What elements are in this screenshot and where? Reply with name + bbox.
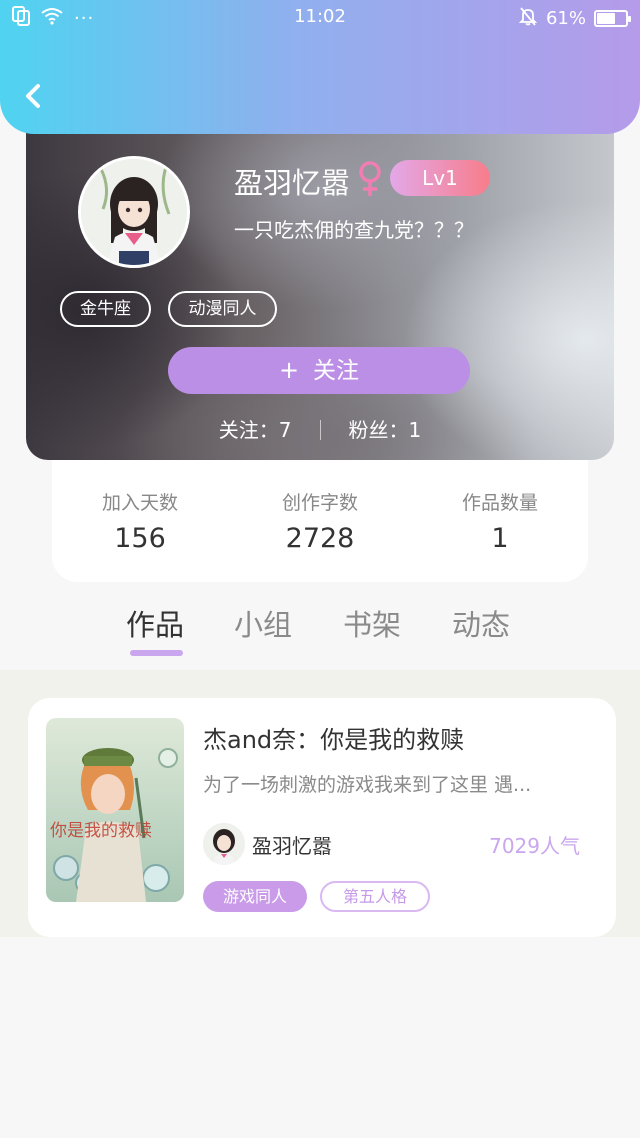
- following-count[interactable]: 关注：7: [219, 418, 292, 442]
- author-avatar[interactable]: [203, 823, 245, 865]
- tab-indicator: [130, 650, 183, 656]
- stat-value: 1: [491, 523, 509, 554]
- stat-word-count: 创作字数 2728: [230, 488, 410, 554]
- work-tag-topic[interactable]: 第五人格: [320, 881, 430, 912]
- stat-label: 创作字数: [281, 492, 358, 514]
- battery-icon: [594, 10, 631, 27]
- work-title[interactable]: 杰and奈：你是我的救赎: [203, 720, 464, 755]
- battery-level: [597, 13, 616, 24]
- tab-bar: 作品 小组 书架 动态: [0, 596, 640, 670]
- stat-label: 加入天数: [101, 492, 178, 514]
- bell-off-icon: [518, 6, 538, 31]
- app-header: ··· 11:02 61%: [0, 0, 640, 134]
- tab-activity[interactable]: 动态: [452, 602, 510, 644]
- stats-card: 加入天数 156 创作字数 2728 作品数量 1: [52, 460, 588, 582]
- tag-constellation: 金牛座: [60, 291, 151, 327]
- female-icon: [359, 161, 381, 196]
- work-tag-category[interactable]: 游戏同人: [203, 881, 307, 912]
- followers-count[interactable]: 粉丝：1: [349, 418, 422, 442]
- tab-groups[interactable]: 小组: [234, 602, 292, 644]
- level-badge: Lv1: [390, 160, 490, 196]
- divider: [319, 420, 321, 440]
- back-button[interactable]: [18, 78, 50, 114]
- work-card[interactable]: 你是我的救赎 杰and奈：你是我的救赎 为了一场刺激的游戏我来到了这里 遇...…: [28, 698, 616, 937]
- work-cover-image[interactable]: 你是我的救赎: [46, 718, 184, 902]
- work-description: 为了一场刺激的游戏我来到了这里 遇...: [203, 774, 532, 796]
- avatar[interactable]: [78, 156, 190, 268]
- tab-works[interactable]: 作品: [126, 602, 184, 644]
- plus-icon: +: [278, 356, 300, 384]
- follow-button[interactable]: + 关注: [168, 347, 470, 394]
- author-name[interactable]: 盈羽忆嚣: [252, 830, 332, 859]
- tab-bookshelf[interactable]: 书架: [343, 602, 401, 644]
- stat-label: 作品数量: [461, 492, 538, 514]
- popularity-count: 7029人气: [489, 834, 580, 858]
- follow-button-label: 关注: [313, 358, 360, 384]
- bio-text: 一只吃杰佣的查九党？？？: [234, 218, 474, 242]
- profile-card: 盈羽忆嚣 Lv1 一只吃杰佣的查九党？？？ 金牛座 动漫同人 + 关注 关注：7 粉…: [26, 110, 614, 460]
- nickname: 盈羽忆嚣: [234, 166, 351, 200]
- works-list: 你是我的救赎 杰and奈：你是我的救赎 为了一场刺激的游戏我来到了这里 遇...…: [0, 670, 640, 937]
- tag-interest: 动漫同人: [168, 291, 277, 327]
- status-bar: ··· 11:02 61%: [0, 0, 640, 36]
- stat-work-count: 作品数量 1: [410, 488, 590, 554]
- stat-value: 2728: [285, 523, 355, 554]
- stat-value: 156: [114, 523, 166, 554]
- chevron-left-icon: [26, 84, 40, 108]
- status-right: 61%: [518, 6, 631, 31]
- follow-stats: 关注：7 粉丝：1: [26, 414, 614, 443]
- svg-text:你是我的救赎: 你是我的救赎: [50, 821, 152, 841]
- battery-percent: 61%: [545, 8, 586, 29]
- stat-join-days: 加入天数 156: [50, 488, 230, 554]
